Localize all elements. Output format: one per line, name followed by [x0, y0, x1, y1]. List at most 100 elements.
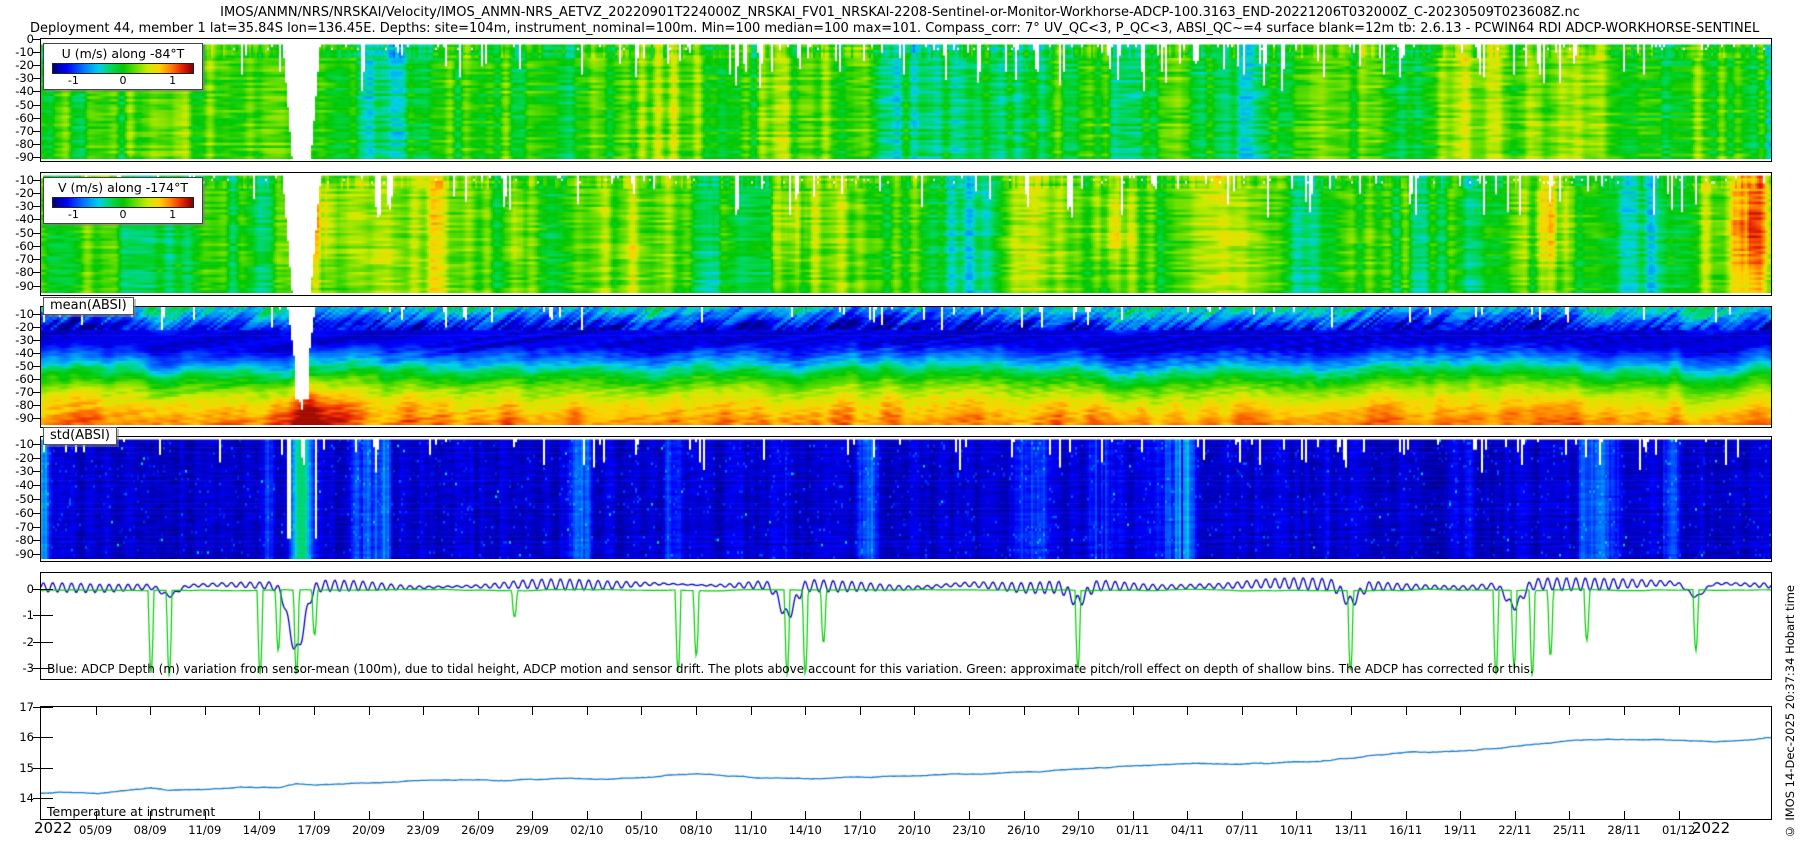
x-tick-label: 26/09: [461, 823, 495, 837]
tick-mark: [477, 811, 479, 819]
tick-mark: [1460, 707, 1462, 715]
y-tick-label: -90: [15, 150, 34, 165]
y-tick-label: -70: [15, 519, 34, 534]
tick-mark: [586, 707, 588, 715]
tick-mark: [1296, 811, 1298, 819]
v-legend-title: V (m/s) along -174°T: [57, 180, 189, 195]
y-tick-label: -90: [15, 410, 34, 425]
y-tick-label: -10: [15, 172, 34, 187]
tick-mark: [33, 404, 40, 406]
tick-mark: [368, 707, 370, 715]
tick-mark: [1241, 811, 1243, 819]
tick-mark: [1624, 707, 1625, 715]
tick-mark: [150, 707, 152, 715]
v-colorbar-ticks: -1 0 1: [50, 208, 196, 221]
tick-mark: [33, 365, 40, 367]
y-tick-label: -40: [15, 84, 34, 99]
tick-mark: [914, 707, 916, 715]
tick-mark: [1678, 707, 1680, 715]
copyright-watermark: © IMOS 14-Dec-2025 20:37:34 Hobart time: [1783, 584, 1797, 838]
tick-mark: [805, 811, 807, 819]
x-tick-label: 01/12: [1662, 823, 1696, 837]
tick-mark: [33, 499, 40, 500]
x-tick-label: 14/09: [242, 823, 276, 837]
temperature-line-canvas: [41, 707, 1771, 817]
tick-mark: [805, 707, 807, 715]
tick-mark: [33, 526, 40, 528]
u-legend-title: U (m/s) along -84°T: [61, 46, 185, 61]
x-tick-label: 25/11: [1552, 823, 1586, 837]
x-tick-label: 20/09: [351, 823, 386, 837]
figure-subtitle: Deployment 44, member 1 lat=35.84S lon=1…: [30, 21, 1760, 36]
panel-u-velocity: U (m/s) along -84°T -1 0 1: [40, 38, 1772, 162]
tick-mark: [33, 206, 40, 208]
tick-mark: [477, 707, 479, 715]
tick-mark: [33, 707, 53, 708]
x-tick-label: 22/11: [1498, 823, 1532, 837]
tick-mark: [33, 219, 40, 221]
y-tick-label: -40: [15, 345, 34, 360]
panel-temperature: [40, 706, 1772, 820]
tick-mark: [33, 391, 40, 393]
tick-mark: [33, 485, 40, 487]
y-tick-label: -1: [22, 608, 34, 623]
y-tick-label: 17: [19, 700, 34, 714]
tick-mark: [859, 811, 861, 819]
tick-mark: [33, 65, 40, 67]
tick-mark: [1023, 707, 1025, 715]
tick-mark: [859, 707, 861, 715]
tick-mark: [313, 811, 315, 819]
tick-mark: [1351, 707, 1353, 715]
tick-mark: [1678, 811, 1680, 819]
tick-mark: [33, 378, 40, 380]
temperature-label: Temperature at instrument: [47, 804, 216, 819]
tick-mark: [33, 737, 53, 739]
tick-mark: [313, 707, 315, 715]
tick-mark: [750, 811, 752, 819]
x-tick-label: 02/10: [570, 823, 604, 837]
tick-mark: [1569, 707, 1571, 715]
tick-mark: [204, 707, 206, 715]
tick-mark: [1023, 811, 1025, 819]
tick-mark: [1132, 811, 1134, 819]
tick-mark: [1624, 811, 1625, 819]
y-tick-label: -3: [22, 661, 34, 676]
tick-mark: [1187, 811, 1189, 819]
tick-mark: [33, 512, 40, 514]
x-tick-label: 14/10: [788, 823, 822, 837]
tick-mark: [696, 811, 698, 819]
colorbar-tick-label: 0: [119, 208, 127, 221]
tick-mark: [1351, 811, 1353, 819]
tick-mark: [33, 471, 40, 473]
tick-mark: [1241, 707, 1243, 715]
v-heatmap-canvas: [41, 173, 1771, 293]
tick-mark: [33, 313, 40, 315]
y-tick-label: -50: [15, 358, 34, 373]
y-tick-label: -20: [15, 185, 34, 200]
colorbar-tick-label: -1: [67, 208, 79, 221]
y-tick-label: -60: [15, 371, 34, 386]
tick-mark: [33, 615, 53, 617]
tick-mark: [368, 811, 370, 819]
figure-title: IMOS/ANMN/NRS/NRSKAI/Velocity/IMOS_ANMN-…: [220, 5, 1580, 20]
y-tick-label: -50: [15, 492, 34, 506]
x-tick-label: 29/10: [1061, 823, 1095, 837]
tick-mark: [33, 52, 40, 54]
u-colorbar-ticks: -1 0 1: [50, 74, 196, 87]
tick-mark: [1296, 707, 1298, 715]
tick-mark: [33, 339, 40, 341]
tick-mark: [33, 443, 40, 445]
tick-mark: [1078, 811, 1080, 819]
tick-mark: [33, 767, 53, 769]
tick-mark: [1405, 707, 1407, 715]
x-tick-label: 17/10: [843, 823, 877, 837]
tick-mark: [33, 179, 40, 181]
tick-mark: [1569, 811, 1571, 819]
tick-mark: [33, 259, 40, 261]
tick-mark: [33, 352, 40, 354]
x-tick-label: 04/11: [1170, 823, 1204, 837]
figure-root: IMOS/ANMN/NRS/NRSKAI/Velocity/IMOS_ANMN-…: [0, 0, 1800, 850]
v-colorbar-legend: V (m/s) along -174°T -1 0 1: [43, 177, 203, 224]
tick-mark: [750, 707, 752, 715]
tick-mark: [33, 39, 40, 40]
